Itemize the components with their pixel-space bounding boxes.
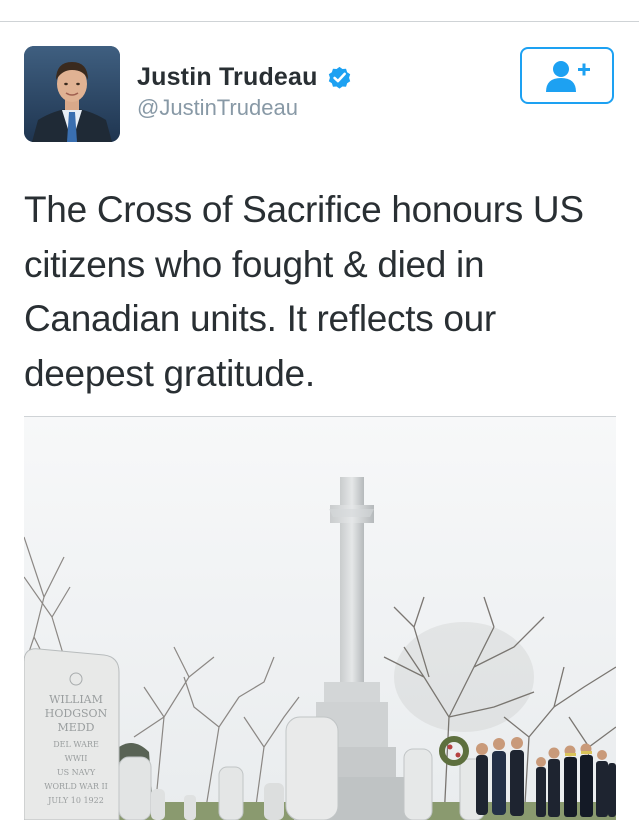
tweet-photo[interactable]: WILLIAM HODGSON MEDD DEL WARE WWII US NA… bbox=[24, 417, 616, 820]
user-name-row: Justin Trudeau bbox=[137, 61, 353, 93]
headstone-inscription: WORLD WAR II bbox=[44, 782, 108, 791]
headstone-inscription: WWII bbox=[65, 754, 88, 763]
tweet-text-line: Canadian units. It reflects our bbox=[24, 298, 496, 339]
tweet-text-line: deepest gratitude. bbox=[24, 352, 315, 394]
tweet-text: The Cross of Sacrifice honours US citize… bbox=[24, 183, 624, 401]
add-user-icon bbox=[546, 60, 590, 92]
cross-of-sacrifice-photo: WILLIAM HODGSON MEDD DEL WARE WWII US NA… bbox=[24, 417, 616, 820]
top-divider bbox=[0, 21, 639, 22]
headstone-inscription: US NAVY bbox=[57, 768, 96, 777]
headstone-inscription: WILLIAM bbox=[49, 693, 103, 706]
headstone-inscription: MEDD bbox=[58, 721, 95, 734]
display-name[interactable]: Justin Trudeau bbox=[137, 63, 318, 92]
headstone-inscription: DEL WARE bbox=[53, 740, 99, 749]
follow-button[interactable] bbox=[520, 47, 614, 104]
headstone-inscription: HODGSON bbox=[45, 707, 108, 720]
headstone-inscription: JULY 10 1922 bbox=[47, 796, 104, 805]
tweet-text-line: The Cross of Sacrifice honours US bbox=[24, 189, 584, 230]
avatar[interactable] bbox=[24, 46, 120, 142]
profile-photo bbox=[24, 46, 120, 142]
user-handle[interactable]: @JustinTrudeau bbox=[137, 95, 298, 121]
tweet-text-line: citizens who fought & died in bbox=[24, 243, 485, 285]
verified-badge-icon bbox=[326, 64, 353, 91]
